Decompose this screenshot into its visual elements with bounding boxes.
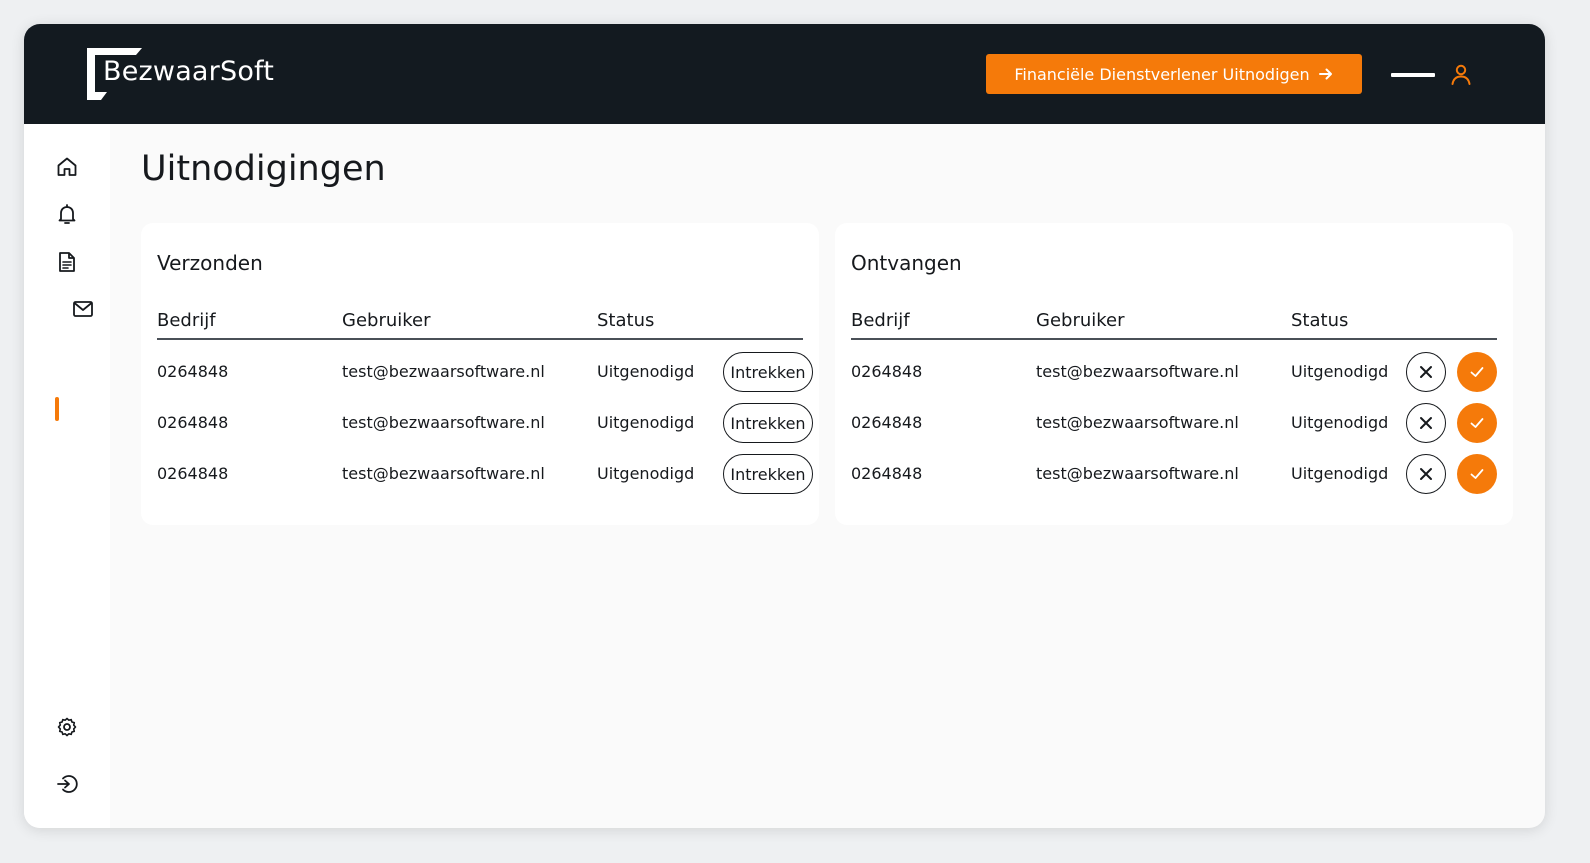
column-header-user: Gebruiker <box>1036 310 1125 331</box>
column-header-status: Status <box>1291 310 1349 331</box>
close-icon <box>1420 417 1432 429</box>
sent-invitations-card: Verzonden Bedrijf Gebruiker Status 02648… <box>141 223 819 525</box>
cell-status: Uitgenodigd <box>1291 464 1389 483</box>
table-header-divider <box>851 338 1497 340</box>
cell-company: 0264848 <box>851 362 923 381</box>
cell-status: Uitgenodigd <box>1291 413 1389 432</box>
cell-company: 0264848 <box>157 362 229 381</box>
close-icon <box>1420 366 1432 378</box>
cell-user: test@bezwaarsoftware.nl <box>1036 362 1239 381</box>
arrow-right-icon <box>1318 68 1332 80</box>
table-row: 0264848 test@bezwaarsoftware.nl Uitgenod… <box>141 403 819 443</box>
cell-status: Uitgenodigd <box>597 413 695 432</box>
reject-button[interactable] <box>1406 454 1446 494</box>
check-icon <box>1470 418 1484 428</box>
table-row: 0264848 test@bezwaarsoftware.nl Uitgenod… <box>835 403 1513 443</box>
logout-icon[interactable] <box>55 772 79 796</box>
check-icon <box>1470 367 1484 377</box>
received-invitations-card: Ontvangen Bedrijf Gebruiker Status 02648… <box>835 223 1513 525</box>
column-header-user: Gebruiker <box>342 310 431 331</box>
revoke-button[interactable]: Intrekken <box>723 352 813 392</box>
cell-user: test@bezwaarsoftware.nl <box>1036 464 1239 483</box>
document-icon[interactable] <box>55 250 79 274</box>
mail-icon[interactable] <box>71 297 95 321</box>
reject-button[interactable] <box>1406 403 1446 443</box>
app-window: BezwaarSoft Financiële Dienstverlener Ui… <box>24 24 1545 828</box>
logo[interactable]: BezwaarSoft <box>87 48 287 100</box>
column-header-status: Status <box>597 310 655 331</box>
cell-user: test@bezwaarsoftware.nl <box>342 362 545 381</box>
logo-text: BezwaarSoft <box>103 56 275 87</box>
user-icon[interactable] <box>1449 62 1473 86</box>
cell-company: 0264848 <box>851 413 923 432</box>
page-title: Uitnodigingen <box>141 149 386 189</box>
cell-status: Uitgenodigd <box>597 464 695 483</box>
bell-icon[interactable] <box>55 202 79 226</box>
cell-status: Uitgenodigd <box>1291 362 1389 381</box>
cell-company: 0264848 <box>157 413 229 432</box>
accept-button[interactable] <box>1457 352 1497 392</box>
column-header-company: Bedrijf <box>851 310 910 331</box>
gear-icon[interactable] <box>55 715 79 739</box>
cell-user: test@bezwaarsoftware.nl <box>1036 413 1239 432</box>
top-bar: BezwaarSoft Financiële Dienstverlener Ui… <box>24 24 1545 124</box>
sidebar <box>24 124 110 828</box>
accept-button[interactable] <box>1457 403 1497 443</box>
revoke-button[interactable]: Intrekken <box>723 454 813 494</box>
table-row: 0264848 test@bezwaarsoftware.nl Uitgenod… <box>835 352 1513 392</box>
cell-user: test@bezwaarsoftware.nl <box>342 464 545 483</box>
table-header-divider <box>157 338 803 340</box>
column-header-company: Bedrijf <box>157 310 216 331</box>
active-nav-marker <box>55 397 59 421</box>
invite-financial-service-provider-button[interactable]: Financiële Dienstverlener Uitnodigen <box>986 54 1362 94</box>
menu-bar-icon[interactable] <box>1391 73 1435 77</box>
close-icon <box>1420 468 1432 480</box>
revoke-button[interactable]: Intrekken <box>723 403 813 443</box>
table-row: 0264848 test@bezwaarsoftware.nl Uitgenod… <box>141 454 819 494</box>
accept-button[interactable] <box>1457 454 1497 494</box>
received-card-title: Ontvangen <box>851 251 962 275</box>
reject-button[interactable] <box>1406 352 1446 392</box>
table-row: 0264848 test@bezwaarsoftware.nl Uitgenod… <box>141 352 819 392</box>
cell-user: test@bezwaarsoftware.nl <box>342 413 545 432</box>
table-row: 0264848 test@bezwaarsoftware.nl Uitgenod… <box>835 454 1513 494</box>
cell-company: 0264848 <box>157 464 229 483</box>
sent-card-title: Verzonden <box>157 251 263 275</box>
home-icon[interactable] <box>55 155 79 179</box>
check-icon <box>1470 469 1484 479</box>
invite-button-label: Financiële Dienstverlener Uitnodigen <box>1014 64 1310 84</box>
cell-company: 0264848 <box>851 464 923 483</box>
cell-status: Uitgenodigd <box>597 362 695 381</box>
